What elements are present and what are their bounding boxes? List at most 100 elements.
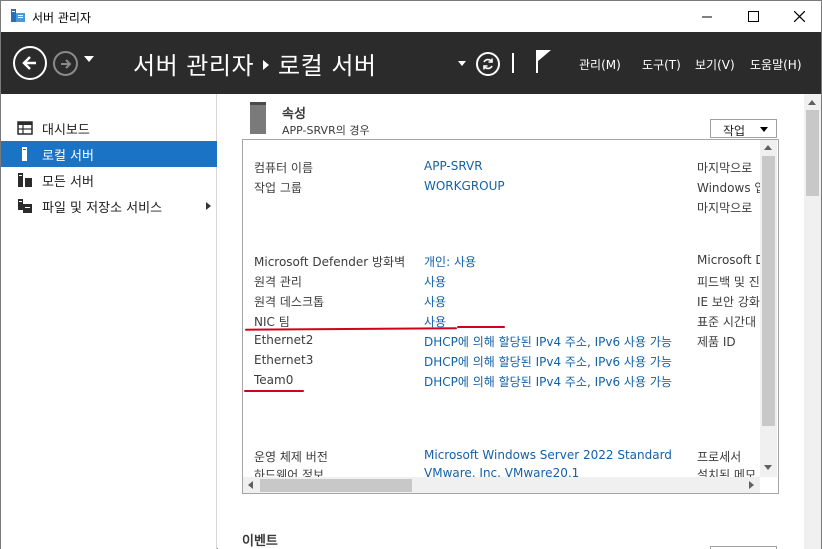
- sidebar-item-label: 파일 및 저장소 서비스: [42, 200, 163, 216]
- minimize-button[interactable]: [684, 1, 730, 32]
- property-value-link[interactable]: 사용: [424, 293, 446, 310]
- property-row: 작업 그룹 WORKGROUP Windows 업: [243, 179, 773, 197]
- property-row: 마지막으로: [243, 199, 773, 217]
- header-bar: 서버 관리자 로컬 서버 관리(M) 도구(T) 보기(V) 도움말(H): [1, 32, 821, 94]
- sidebar-item-label: 로컬 서버: [42, 148, 94, 164]
- property-key: Microsoft Defender 방화벽: [254, 255, 406, 269]
- scroll-down-icon[interactable]: [764, 465, 772, 470]
- breadcrumb-root[interactable]: 서버 관리자: [133, 52, 254, 80]
- property-key-right: 제품 ID: [697, 335, 736, 349]
- property-key-right: 프로세서: [697, 450, 742, 464]
- chevron-down-icon: [760, 127, 768, 132]
- refresh-button[interactable]: [476, 52, 500, 76]
- forward-button[interactable]: [53, 51, 78, 76]
- refresh-icon: [483, 58, 493, 70]
- menu-tools[interactable]: 도구(T): [642, 56, 681, 73]
- server-properties-icon: [250, 102, 266, 134]
- panel-horizontal-scrollbar[interactable]: [243, 477, 760, 493]
- storage-icon: [18, 199, 32, 213]
- scroll-up-icon[interactable]: [764, 145, 772, 150]
- property-key: Team0: [254, 373, 294, 387]
- tasks-dropdown-button[interactable]: 작업: [710, 119, 777, 138]
- menu-help[interactable]: 도움말(H): [750, 56, 802, 73]
- events-title: 이벤트: [242, 534, 278, 549]
- server-manager-icon: [11, 9, 25, 22]
- properties-panel: 컴퓨터 이름 APP-SRVR 마지막으로 작업 그룹 WORKGROUP Wi…: [242, 139, 779, 494]
- property-row: 컴퓨터 이름 APP-SRVR 마지막으로: [243, 159, 773, 177]
- property-key: 운영 체제 버전: [254, 450, 328, 464]
- property-key-right: Windows 업: [697, 181, 766, 195]
- arrow-left-icon: [22, 56, 36, 70]
- property-value-link[interactable]: 개인: 사용: [424, 253, 476, 270]
- main-vertical-scrollbar[interactable]: [804, 94, 821, 549]
- property-key-right: IE 보안 강화: [697, 295, 760, 309]
- breadcrumb-separator-icon: [263, 60, 270, 70]
- property-value-link[interactable]: DHCP에 의해 할당된 IPv4 주소, IPv6 사용 가능: [424, 373, 672, 390]
- breadcrumb-dropdown-icon[interactable]: [458, 61, 466, 66]
- breadcrumb-current: 로컬 서버: [278, 52, 377, 80]
- property-value-link[interactable]: DHCP에 의해 할당된 IPv4 주소, IPv6 사용 가능: [424, 333, 672, 350]
- property-key: 작업 그룹: [254, 181, 302, 195]
- close-icon: [793, 11, 805, 22]
- back-button[interactable]: [13, 46, 47, 80]
- properties-subtitle: APP-SRVR의 경우: [282, 124, 370, 137]
- scroll-thumb[interactable]: [806, 110, 819, 196]
- properties-title: 속성: [282, 107, 306, 122]
- property-value-link[interactable]: DHCP에 의해 할당된 IPv4 주소, IPv6 사용 가능: [424, 353, 672, 370]
- property-value-link[interactable]: Microsoft Windows Server 2022 Standard: [424, 448, 672, 462]
- expand-arrow-icon[interactable]: [206, 202, 211, 210]
- sidebar: 대시보드 로컬 서버 모든 서버 파일 및 저장소 서비스: [1, 94, 217, 549]
- panel-vertical-scrollbar[interactable]: [760, 140, 777, 477]
- property-key: 원격 관리: [254, 275, 302, 289]
- sidebar-item-label: 대시보드: [42, 122, 90, 138]
- scroll-thumb[interactable]: [260, 479, 412, 492]
- sidebar-item-dashboard[interactable]: 대시보드: [1, 115, 217, 141]
- property-row: Ethernet2 DHCP에 의해 할당된 IPv4 주소, IPv6 사용 …: [243, 333, 773, 351]
- window-title: 서버 관리자: [32, 11, 92, 25]
- title-bar: 서버 관리자: [1, 1, 821, 32]
- server-manager-window: 서버 관리자 서버 관리자 로컬 서버 관리(M) 도구(T) 보기(V) 도움…: [0, 0, 822, 549]
- minimize-icon: [701, 16, 712, 18]
- property-key-right: Microsoft D: [697, 253, 765, 267]
- annotation-underline-team0: [244, 390, 304, 392]
- property-row: 원격 데스크톱 사용 IE 보안 강화: [243, 293, 773, 311]
- property-value-link[interactable]: 사용: [424, 273, 446, 290]
- history-dropdown-icon[interactable]: [84, 56, 94, 62]
- sidebar-item-local-server[interactable]: 로컬 서버: [1, 141, 217, 167]
- sidebar-item-all-servers[interactable]: 모든 서버: [1, 167, 217, 193]
- sidebar-item-file-storage-services[interactable]: 파일 및 저장소 서비스: [1, 193, 217, 219]
- close-button[interactable]: [776, 1, 822, 32]
- property-row: Microsoft Defender 방화벽 개인: 사용 Microsoft …: [243, 253, 773, 271]
- property-key: Ethernet3: [254, 353, 314, 367]
- header-divider: [512, 53, 514, 73]
- dashboard-icon: [17, 121, 33, 135]
- servers-icon: [18, 173, 32, 187]
- annotation-underline-nic-team-value: [457, 326, 505, 328]
- content-area: 속성 APP-SRVR의 경우 작업 컴퓨터 이름 APP-SRVR 마지막으로…: [218, 94, 804, 549]
- scroll-left-icon[interactable]: [248, 481, 253, 489]
- property-key-right: 피드백 및 진: [697, 275, 760, 289]
- property-key-right: 마지막으로: [697, 161, 753, 175]
- property-row: Ethernet3 DHCP에 의해 할당된 IPv4 주소, IPv6 사용 …: [243, 353, 773, 371]
- notifications-flag-icon[interactable]: [534, 48, 554, 74]
- tasks-label: 작업: [723, 124, 746, 138]
- menu-manage[interactable]: 관리(M): [579, 56, 621, 73]
- property-value-link[interactable]: APP-SRVR: [424, 159, 483, 173]
- sidebar-item-label: 모든 서버: [42, 174, 94, 190]
- property-key: Ethernet2: [254, 333, 314, 347]
- property-value-link[interactable]: WORKGROUP: [424, 179, 505, 193]
- property-row: 원격 관리 사용 피드백 및 진: [243, 273, 773, 291]
- property-row: 운영 체제 버전 Microsoft Windows Server 2022 S…: [243, 448, 773, 466]
- scroll-thumb[interactable]: [762, 156, 775, 426]
- scroll-up-icon[interactable]: [808, 100, 816, 105]
- property-key-right: 마지막으로: [697, 201, 753, 215]
- property-key: 원격 데스크톱: [254, 295, 325, 309]
- property-key: NIC 팀: [254, 315, 290, 329]
- maximize-button[interactable]: [730, 1, 776, 32]
- property-row: Team0 DHCP에 의해 할당된 IPv4 주소, IPv6 사용 가능: [243, 373, 773, 391]
- scroll-right-icon[interactable]: [749, 481, 754, 489]
- property-key: 컴퓨터 이름: [254, 161, 314, 175]
- property-key-right: 표준 시간대: [697, 315, 757, 329]
- menu-view[interactable]: 보기(V): [695, 56, 735, 73]
- maximize-icon: [747, 11, 759, 22]
